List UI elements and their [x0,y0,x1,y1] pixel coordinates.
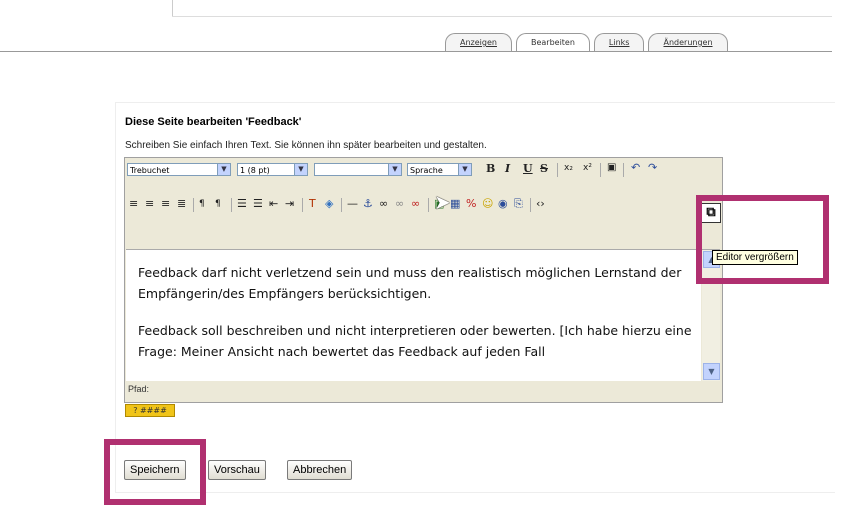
font-select[interactable]: Trebuchet ▼ [127,163,231,176]
size-select-value: 1 (8 pt) [240,166,270,175]
italic-button[interactable]: I [505,162,510,176]
redo-icon[interactable]: ↷ [648,161,657,175]
chevron-down-icon: ▼ [388,164,401,175]
editor-path-bar: Pfad: [125,382,722,402]
help-icon[interactable]: ? #### [125,404,175,417]
editor-paragraph: Feedback darf nicht verletzend sein und … [138,265,682,301]
superscript-icon[interactable]: x² [583,161,592,175]
chevron-down-icon: ▼ [294,164,307,175]
editor-content-area[interactable]: Feedback darf nicht verletzend sein und … [126,249,701,381]
highlight-box-enlarge [696,195,829,284]
editor-toolbar-bottom: ≡ ≡ ≡ ≣ ¶ ¶ ☰ ☰ ⇤ ⇥ T ◈ — ⚓ ∞ ∞ ∞ ▣ ▦ % … [125,184,722,242]
link-icon[interactable]: ∞ [379,197,388,211]
panel-border-top [115,102,835,103]
tab-anzeigen[interactable]: Anzeigen [445,33,512,51]
external-link-icon[interactable]: ∞ [411,197,420,211]
rtl-icon[interactable]: ¶ [215,197,221,211]
top-divider [172,16,832,17]
highlight-box-save [104,439,206,505]
mouse-cursor-icon: ➤ [434,190,451,214]
panel-border-bottom [115,492,835,493]
align-right-icon[interactable]: ≡ [161,197,170,211]
tab-bearbeiten[interactable]: Bearbeiten [515,33,590,52]
indent-icon[interactable]: ⇥ [285,197,294,211]
toolbar-separator [302,198,303,212]
outdent-icon[interactable]: ⇤ [269,197,278,211]
font-select-value: Trebuchet [130,166,170,175]
language-select[interactable]: Sprache ▼ [407,163,472,176]
align-center-icon[interactable]: ≡ [145,197,154,211]
ltr-icon[interactable]: ¶ [199,197,205,211]
rich-text-editor: Trebuchet ▼ 1 (8 pt) ▼ ▼ Sprache ▼ B I U… [124,157,723,403]
text-color-icon[interactable]: T [309,197,316,211]
subscript-icon[interactable]: x₂ [564,161,573,175]
unordered-list-icon[interactable]: ☰ [253,197,263,211]
editor-paragraph: Feedback soll beschreiben und nicht inte… [138,323,692,359]
special-char-icon[interactable]: % [466,197,476,211]
bold-button[interactable]: B [486,162,495,176]
smiley-icon[interactable]: ☺ [482,197,493,211]
tab-baseline [0,51,832,52]
undo-icon[interactable]: ↶ [631,161,640,175]
paste-icon[interactable]: ⎘ [514,197,523,211]
tab-links[interactable]: Links [593,33,645,51]
cancel-button[interactable]: Abbrechen [287,460,353,480]
unlink-icon[interactable]: ∞ [395,197,404,211]
horizontal-rule-icon[interactable]: — [347,197,358,211]
toolbar-separator [231,198,232,212]
strikethrough-button[interactable]: S [540,162,548,176]
scroll-down-icon[interactable]: ▼ [703,363,720,380]
format-select[interactable]: ▼ [314,163,402,176]
size-select[interactable]: 1 (8 pt) ▼ [237,163,308,176]
intro-text: Schreiben Sie einfach Ihren Text. Sie kö… [125,140,487,151]
toolbar-separator [428,198,429,212]
underline-button[interactable]: U [523,162,533,176]
table-icon[interactable]: ▦ [450,197,460,211]
align-left-icon[interactable]: ≡ [129,197,138,211]
editor-toolbar-top: Trebuchet ▼ 1 (8 pt) ▼ ▼ Sprache ▼ B I U… [125,158,722,184]
page-title: Diese Seite bearbeiten 'Feedback' [125,116,302,128]
chevron-down-icon: ▼ [458,164,471,175]
toolbar-separator [193,198,194,212]
preview-button[interactable]: Vorschau [208,460,266,480]
align-justify-icon[interactable]: ≣ [177,197,186,211]
toolbar-separator [600,163,601,177]
highlight-color-icon[interactable]: ◈ [325,197,333,211]
language-select-value: Sprache [410,166,443,175]
chevron-down-icon: ▼ [217,164,230,175]
page-tabs: Anzeigen Bearbeiten Links Änderungen [445,33,728,52]
media-icon[interactable]: ◉ [498,197,508,211]
toolbar-separator [530,198,531,212]
toolbar-separator [557,163,558,177]
toolbar-separator [623,163,624,177]
code-view-icon[interactable]: ‹› [536,197,545,211]
ordered-list-icon[interactable]: ☰ [237,197,247,211]
clean-format-icon[interactable]: ▣ [607,161,616,175]
tab-aenderungen[interactable]: Änderungen [648,33,728,51]
toolbar-separator [341,198,342,212]
panel-border-left [115,102,116,492]
top-divider-vertical [172,0,173,16]
anchor-icon[interactable]: ⚓ [363,197,373,211]
